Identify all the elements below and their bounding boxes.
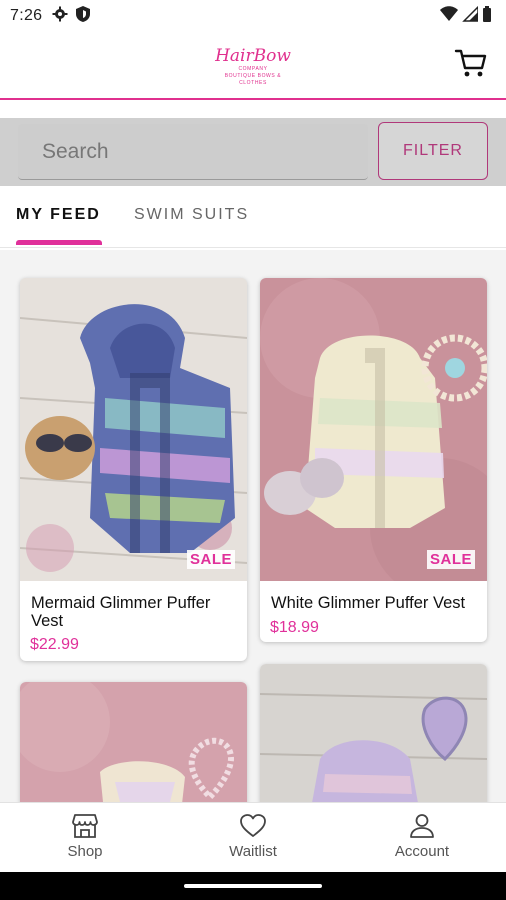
shop-icon [72,814,98,838]
active-tab-indicator [16,240,102,245]
shield-icon [76,5,91,27]
nav-shop-label: Shop [67,843,103,860]
battery-icon [482,6,492,27]
nav-waitlist[interactable]: Waitlist [198,813,308,860]
cart-icon [454,49,487,77]
nav-account-label: Account [394,843,450,860]
product-price: $18.99 [270,619,319,636]
nav-shop[interactable]: Shop [30,813,140,860]
product-name: White Glimmer Puffer Vest [271,594,466,612]
logo-company: COMPANY [238,66,268,72]
heart-icon [240,814,266,837]
search-bar: Search FILTER [0,118,506,186]
product-image-mermaid-vest [20,278,247,581]
logo-tagline: BOUTIQUE BOWS & CLOTHES [224,73,282,86]
product-price: $22.99 [30,636,79,653]
product-card[interactable]: SALE Mermaid Glimmer Puffer Vest $22.99 [20,278,247,661]
product-card[interactable] [260,664,487,802]
search-placeholder: Search [42,139,109,163]
bottom-navigation: Shop Waitlist Account [0,802,506,872]
account-icon [410,814,434,838]
tab-my-feed[interactable]: MY FEED [16,206,101,224]
status-bar: 7:26 [0,0,506,32]
product-card[interactable] [20,682,247,802]
sale-badge: SALE [186,550,235,569]
product-image-pastel-bows [20,682,247,802]
filter-button[interactable]: FILTER [378,122,488,180]
status-time: 7:26 [10,7,43,24]
wifi-icon [440,6,458,27]
filter-label: FILTER [403,142,463,159]
signal-icon [462,5,479,27]
category-tabs: MY FEED SWIM SUITS [0,186,506,248]
cart-button[interactable] [454,46,488,80]
brand-logo[interactable]: HairBow COMPANY BOUTIQUE BOWS & CLOTHES [214,46,292,86]
home-gesture-handle[interactable] [184,884,322,888]
product-image-lavender-vest [260,664,487,802]
nav-waitlist-label: Waitlist [229,843,277,860]
settings-gear-icon [52,6,68,27]
system-gesture-bar [0,872,506,900]
product-feed: SALE Mermaid Glimmer Puffer Vest $22.99 … [0,250,506,802]
app-header: HairBow COMPANY BOUTIQUE BOWS & CLOTHES [0,32,506,100]
product-image-white-vest [260,278,487,581]
product-name: Mermaid Glimmer Puffer Vest [31,594,211,630]
product-card[interactable]: SALE White Glimmer Puffer Vest $18.99 [260,278,487,642]
sale-badge: SALE [426,550,475,569]
nav-account[interactable]: Account [367,813,477,860]
tab-swim-suits[interactable]: SWIM SUITS [134,206,249,224]
search-input[interactable]: Search [18,124,368,180]
logo-wordmark: HairBow [215,46,291,66]
